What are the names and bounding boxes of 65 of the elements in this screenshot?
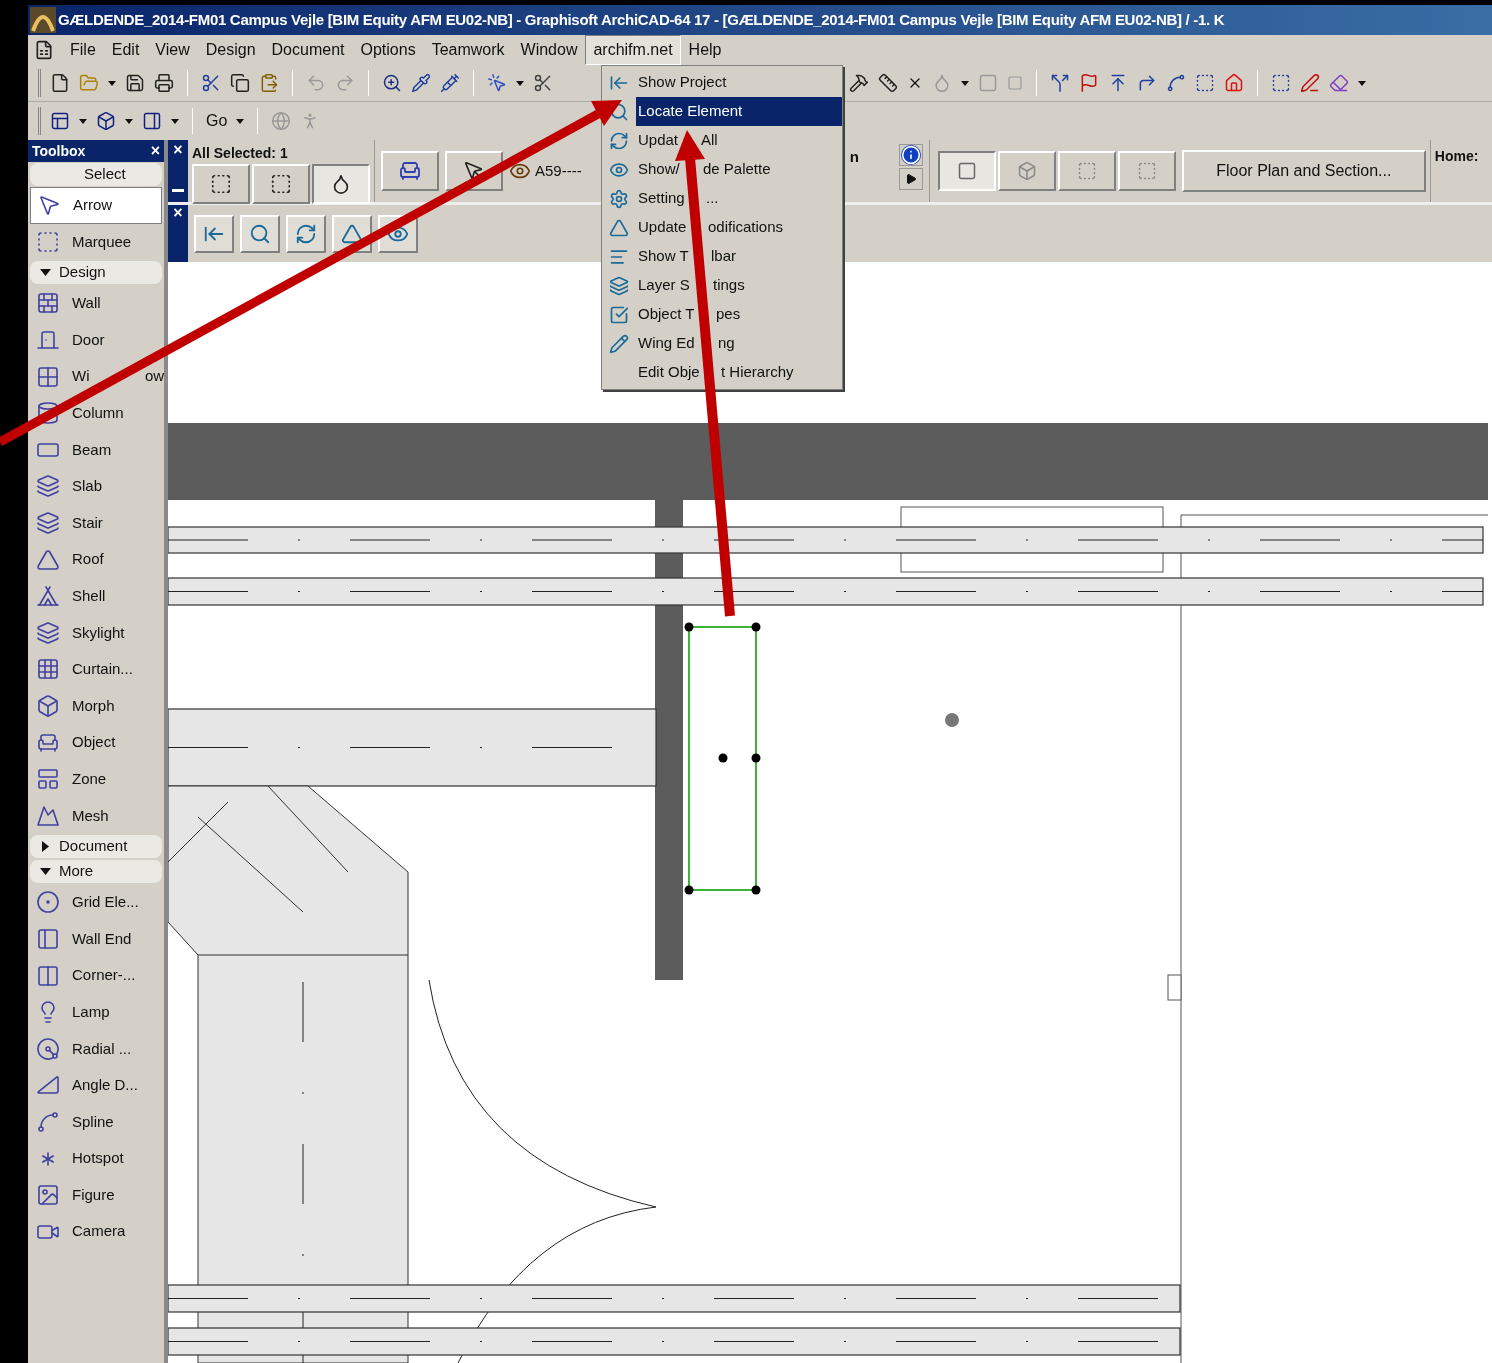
menu-item[interactable]: Window [512,35,586,65]
section-header[interactable]: More [30,860,162,884]
menu-entry[interactable]: Show/ de Palette [636,155,842,184]
menu-item[interactable]: Edit [103,35,148,65]
palette-handle[interactable]: × [168,205,188,262]
tool-item[interactable]: Grid Ele... [30,884,162,921]
menu-item[interactable]: Document [263,35,353,65]
tool-item[interactable]: Object [30,724,162,761]
tool-item[interactable]: Shell [30,577,162,615]
tool-item[interactable]: Stair [30,504,162,542]
palette-handle[interactable]: × [168,140,188,202]
menu-entry[interactable]: Updat All [636,126,842,155]
menu-item[interactable]: Options [352,35,424,65]
tool-item[interactable]: Zone [30,760,162,798]
floor-plan-button[interactable]: Floor Plan and Section... [1181,150,1426,192]
tool-item[interactable]: Radial ... [30,1030,162,1068]
tool-item[interactable]: Curtain... [30,651,162,688]
menu-entry[interactable]: Edit Obje t Hierarchy [636,358,842,387]
tool-item[interactable]: Roof [30,541,162,578]
selection-count: All Selected: 1 [192,144,289,162]
menu-entry[interactable]: Object T pes [636,300,842,329]
menu-entry[interactable]: Show Project [636,68,842,97]
menu-item[interactable]: Help [680,35,730,65]
tool-item[interactable]: Corner-... [30,957,162,994]
tool-item[interactable]: Marquee [30,223,162,261]
menu-item[interactable]: File [62,35,104,65]
menu-entry[interactable]: Show T lbar [636,242,842,271]
menu-entry[interactable]: Setting ... [636,184,842,213]
tool-item[interactable]: Arrow [30,187,162,224]
section-header[interactable]: Select [30,163,162,186]
tool-item[interactable]: Figure [30,1176,162,1214]
tool-item[interactable]: Angle D... [30,1067,162,1104]
layer-name: A59---- [535,160,582,181]
tool-item[interactable]: Beam [30,431,162,469]
cut-off-label: n [849,147,859,167]
tool-item[interactable]: Lamp [30,993,162,1031]
tool-item[interactable]: Hotspot [30,1140,162,1177]
menu-item[interactable]: Design [197,35,264,65]
tool-item[interactable]: Slab [30,468,162,505]
tool-item[interactable]: Morph [30,687,162,725]
tool-item[interactable]: Wi ow [30,358,162,395]
tool-item[interactable]: Wall End [30,920,162,958]
section-header[interactable]: Design [30,261,162,285]
menu-entry[interactable]: Wing Ed ng [636,329,842,358]
tool-item[interactable]: Camera [30,1213,162,1251]
tool-item[interactable]: Door [30,321,162,359]
menu-entry[interactable]: Update odifications [636,213,842,242]
menu-item[interactable]: archifm.net [585,35,681,65]
tool-item[interactable]: Mesh [30,797,162,835]
tool-item[interactable]: Column [30,394,162,432]
toolbox-title: Toolbox [32,141,86,161]
close-button[interactable]: × [150,143,160,159]
tool-item[interactable]: Skylight [30,614,162,652]
menu-item[interactable]: Teamwork [423,35,513,65]
menu-entry[interactable]: Layer S tings [636,271,842,300]
close-button[interactable]: × [173,205,183,262]
window-title: GÆLDENDE_2014-FM01 Campus Vejle [BIM Equity AFM EU02-NB] - Graphisoft ArchiCAD-64 17 - [GÆLDENDE_2014-FM01 Campus Vejle [BIM Equity AFM EU02-NB] / -1. K [58,9,1225,30]
tool-item[interactable]: Spline [30,1103,162,1141]
go-menu[interactable]: Go [206,109,228,133]
menu-item[interactable]: View [147,35,198,65]
section-header[interactable]: Document [30,835,162,859]
menu-entry[interactable]: Locate Element [636,97,842,126]
tool-item[interactable]: Wall [30,285,162,322]
close-button[interactable]: × [173,142,183,158]
home-label: Home: [1433,147,1479,166]
